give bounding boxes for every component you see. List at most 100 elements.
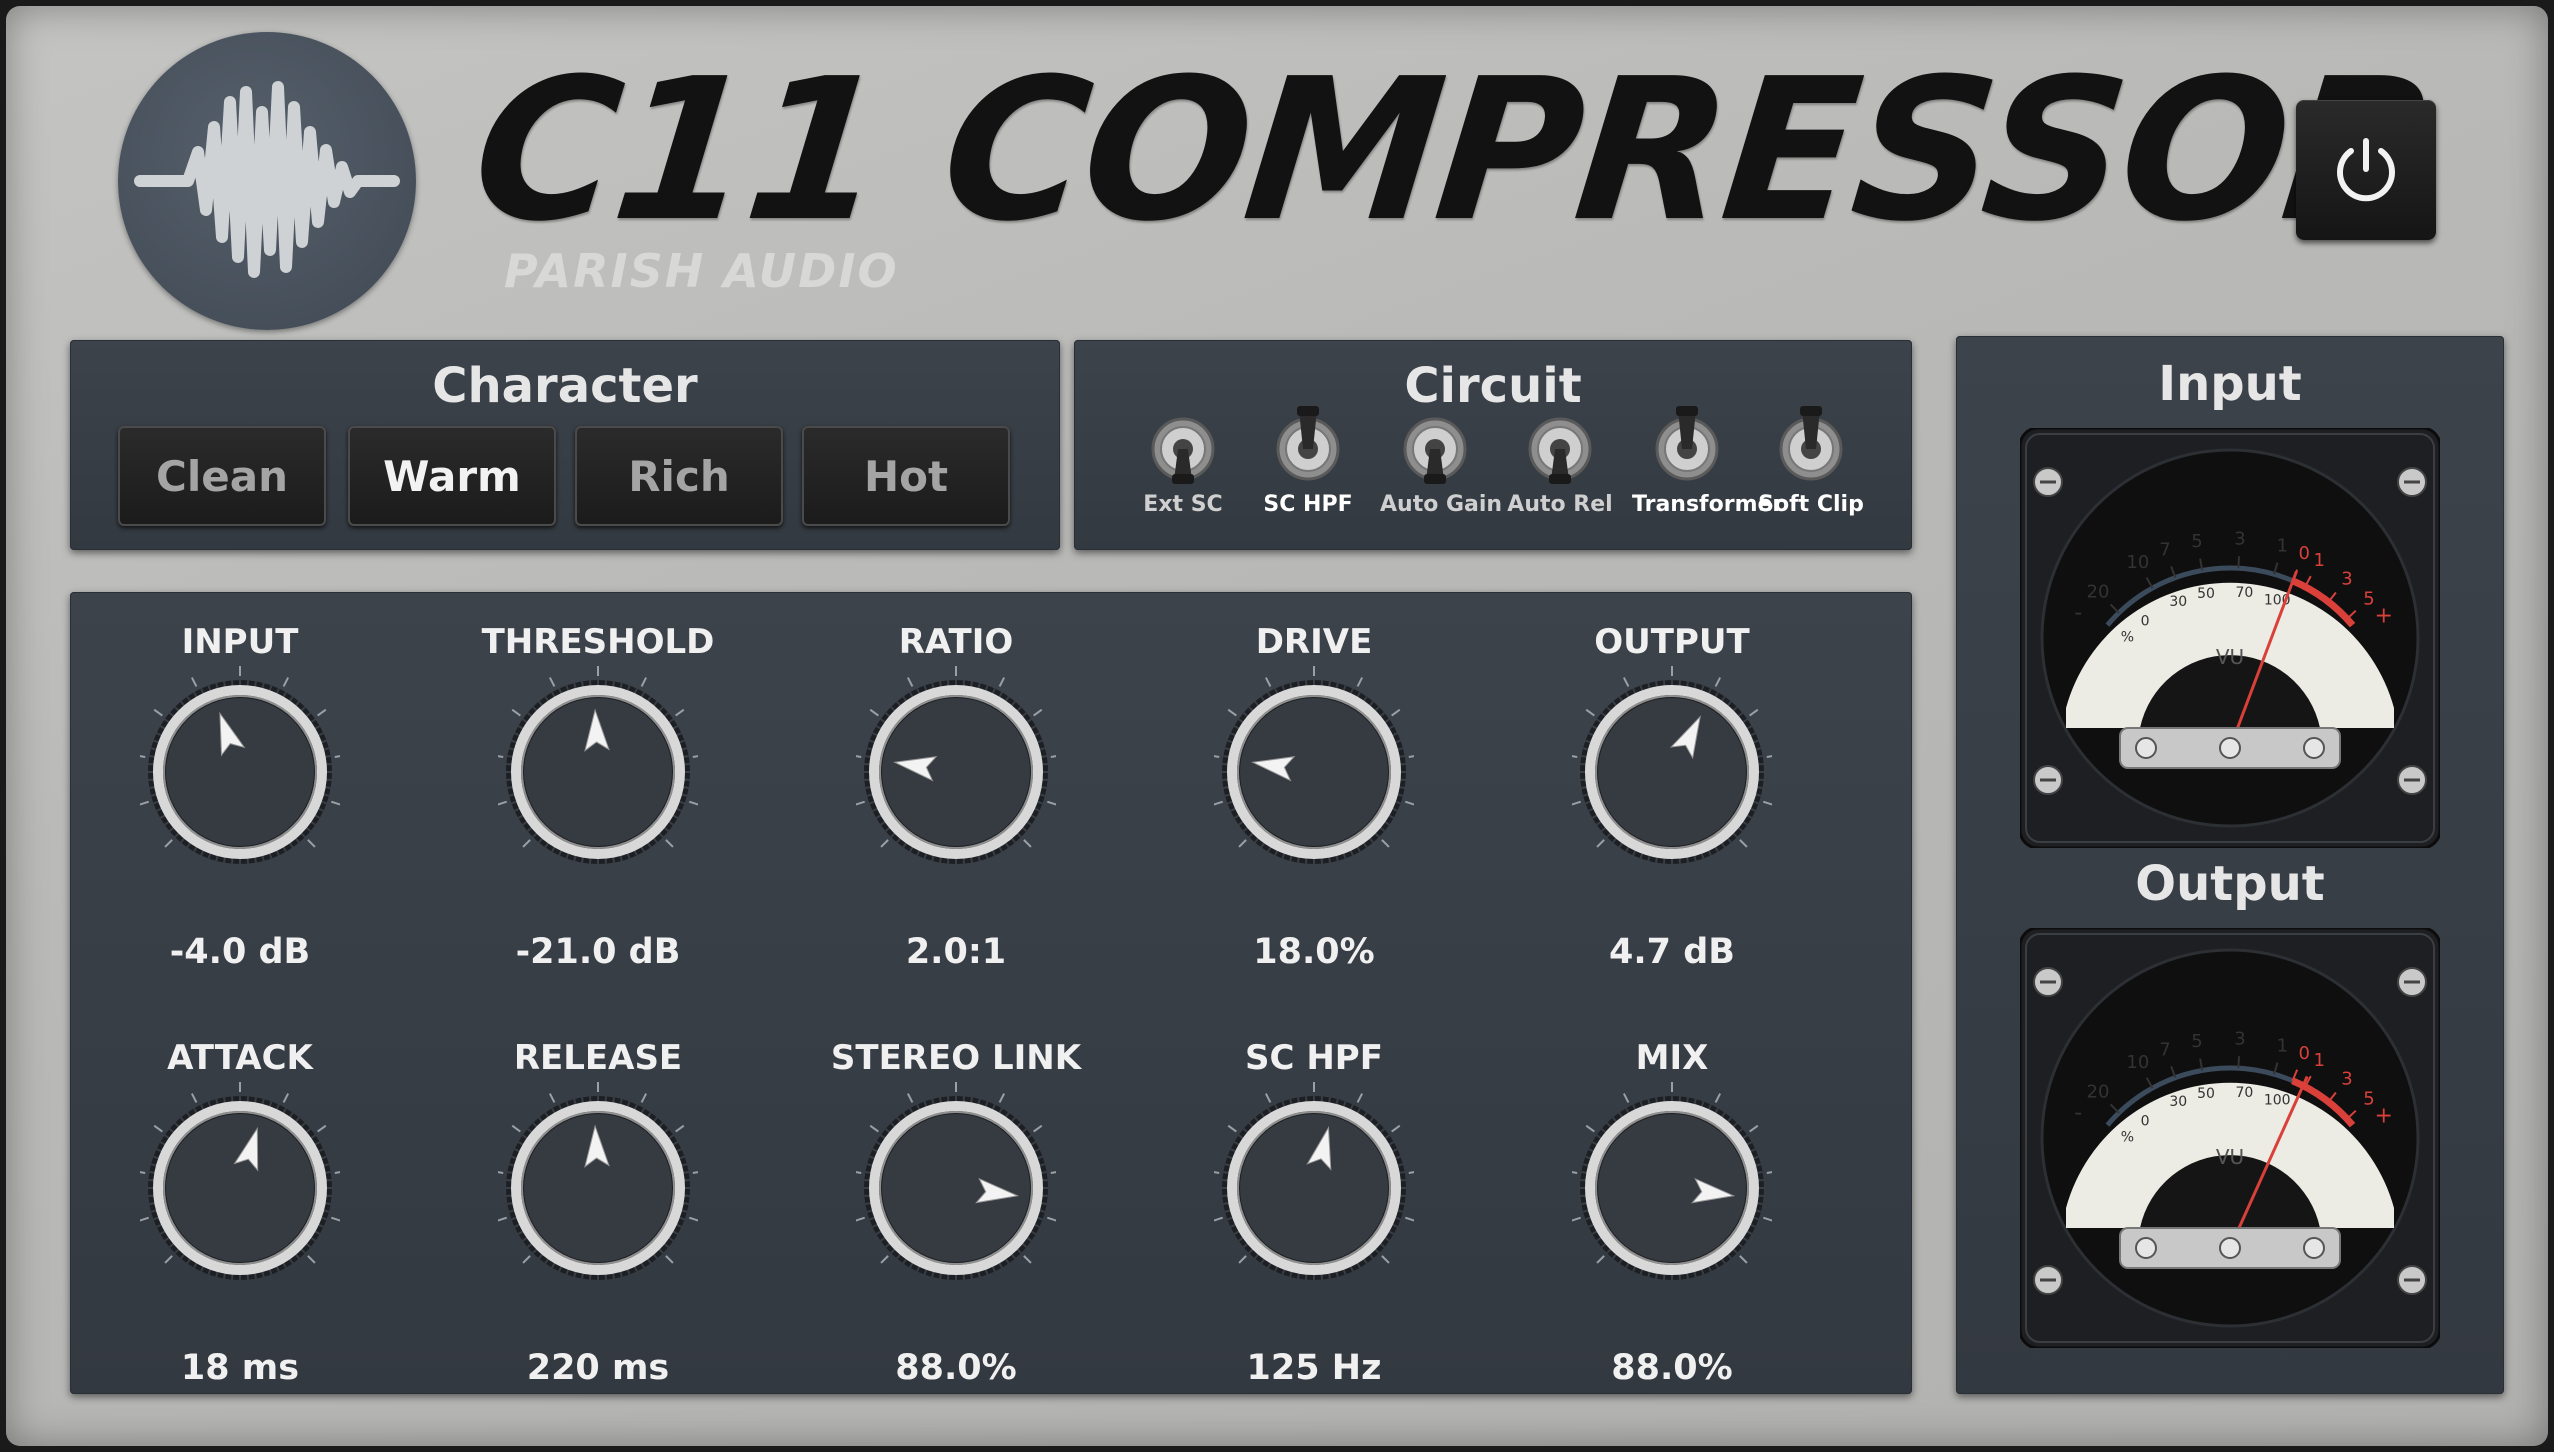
vu-scale-label: 1 xyxy=(2277,535,2288,556)
knob-value: -21.0 dB xyxy=(515,932,681,972)
vu-scale-label: 1 xyxy=(2313,550,2324,571)
brand-name: PARISH AUDIO xyxy=(504,244,899,298)
vu-unit-label: VU xyxy=(2216,645,2244,669)
rotary-knob[interactable] xyxy=(498,1078,698,1338)
power-button[interactable] xyxy=(2296,100,2436,240)
vu-scale-label: 3 xyxy=(2234,528,2245,549)
rotary-knob[interactable] xyxy=(856,1078,1056,1338)
vu-scale-label: 10 xyxy=(2126,1052,2149,1073)
power-icon xyxy=(2337,138,2395,202)
character-title: Character xyxy=(432,358,698,414)
circuit-switch-transformer[interactable]: Transformer xyxy=(1632,404,1783,517)
knob-label: OUTPUT xyxy=(1594,622,1750,662)
circuit-switch-label: SC HPF xyxy=(1263,492,1353,517)
knob-value: 125 Hz xyxy=(1246,1348,1382,1388)
vu-percent-label: 30 xyxy=(2169,1094,2187,1110)
circuit-switch-soft-clip[interactable]: Soft Clip xyxy=(1756,404,1866,517)
rotary-knob[interactable] xyxy=(856,662,1056,922)
knob-label: ATTACK xyxy=(167,1038,313,1078)
circuit-switch-auto-gain[interactable]: Auto Gain xyxy=(1380,404,1503,517)
vu-percent-label: 0 xyxy=(2141,613,2150,629)
vu-percent-label: 70 xyxy=(2236,1085,2254,1101)
knob-label: INPUT xyxy=(181,622,299,662)
knob-value: 2.0:1 xyxy=(905,932,1007,972)
vu-percent-label: 0 xyxy=(2141,1113,2150,1129)
vu-minus-label: - xyxy=(2074,601,2082,626)
knob-threshold: THRESHOLD -21.0 dB xyxy=(448,622,748,1022)
vu-meter-dial: 20107 5 3 1 0 135- +030 50 70 100%VU xyxy=(2020,928,2440,1348)
knob-value: 220 ms xyxy=(526,1348,670,1388)
vu-scale-label: 3 xyxy=(2234,1028,2245,1049)
waveform-icon xyxy=(134,81,400,278)
vu-scale-label: 0 xyxy=(2299,1043,2310,1064)
knob-label: RATIO xyxy=(898,622,1014,662)
character-panel: Character Clean Warm Rich Hot xyxy=(70,340,1060,550)
knob-label: MIX xyxy=(1635,1038,1709,1078)
knob-value: 88.0% xyxy=(1611,1348,1733,1388)
circuit-switch-label: Auto Rel xyxy=(1507,492,1613,517)
vu-percent-sign: % xyxy=(2121,1130,2134,1146)
brand-logo xyxy=(118,32,416,330)
knob-mix: MIX 88.0% xyxy=(1522,1038,1822,1438)
vu-scale-label: 20 xyxy=(2087,581,2110,602)
knob-value: 18 ms xyxy=(180,1348,300,1388)
vu-minus-label: - xyxy=(2074,1101,2082,1126)
knob-output: OUTPUT 4.7 dB xyxy=(1522,622,1822,1022)
vu-percent-label: 50 xyxy=(2197,1086,2215,1102)
knob-value: 88.0% xyxy=(895,1348,1017,1388)
rotary-knob[interactable] xyxy=(1572,1078,1772,1338)
vu-percent-label: 100 xyxy=(2264,1092,2291,1108)
circuit-switch-label: Auto Gain xyxy=(1380,492,1503,517)
toggle-switch-icon xyxy=(1276,406,1340,481)
knob-release: RELEASE 220 ms xyxy=(448,1038,748,1438)
vu-scale-label: 5 xyxy=(2191,531,2202,552)
knob-input: INPUT -4.0 dB xyxy=(90,622,390,1022)
character-mode-clean[interactable]: Clean xyxy=(118,426,326,526)
plugin-title: C11 COMPRESSOR xyxy=(464,37,2444,265)
vu-scale-label: 5 xyxy=(2363,588,2374,609)
vu-meter-input: Input 20 10 7 5 3 1 0 1 3 5- +0 30 50 70 100% VU xyxy=(1956,356,2504,856)
rotary-knob[interactable] xyxy=(140,662,340,922)
knob-label: DRIVE xyxy=(1255,622,1373,662)
vu-scale-label: 5 xyxy=(2363,1088,2374,1109)
vu-meter-dial: 20107 5 3 1 0 135- +030 50 70 100%VU xyxy=(2020,428,2440,848)
knob-drive: DRIVE 18.0% xyxy=(1164,622,1464,1022)
vu-percent-sign: % xyxy=(2121,630,2134,646)
character-mode-hot[interactable]: Hot xyxy=(802,426,1010,526)
toggle-switch-icon xyxy=(1528,417,1592,484)
circuit-panel: Circuit Ext SC SC HPF Auto Gain Auto Rel Tra… xyxy=(1074,340,1912,550)
meter-title: Output xyxy=(2135,856,2325,912)
knob-value: -4.0 dB xyxy=(169,932,311,972)
circuit-switch-ext-sc[interactable]: Ext SC xyxy=(1128,404,1238,517)
knob-value: 18.0% xyxy=(1253,932,1375,972)
vu-scale-label: 3 xyxy=(2341,568,2352,589)
vu-scale-label: 20 xyxy=(2087,1081,2110,1102)
vu-plus-label: + xyxy=(2374,603,2392,628)
vu-scale-label: 3 xyxy=(2341,1068,2352,1089)
knob-ratio: RATIO 2.0:1 xyxy=(806,622,1106,1022)
character-mode-rich[interactable]: Rich xyxy=(575,426,783,526)
vu-unit-label: VU xyxy=(2216,1145,2244,1169)
circuit-switch-sc-hpf[interactable]: SC HPF xyxy=(1253,404,1363,517)
vu-scale-label: 10 xyxy=(2126,552,2149,573)
toggle-switch-icon xyxy=(1655,406,1719,481)
rotary-knob[interactable] xyxy=(140,1078,340,1338)
rotary-knob[interactable] xyxy=(498,662,698,922)
rotary-knob[interactable] xyxy=(1214,662,1414,922)
vu-scale-label: 7 xyxy=(2159,539,2170,560)
knob-sc-hpf: SC HPF 125 Hz xyxy=(1164,1038,1464,1438)
controls-panel: INPUT -4.0 dB THRESHOLD -21.0 dB RATIO 2.0:1 D… xyxy=(70,592,1912,1394)
knob-label: SC HPF xyxy=(1245,1038,1383,1078)
toggle-switch-icon xyxy=(1151,417,1215,484)
rotary-knob[interactable] xyxy=(1214,1078,1414,1338)
knob-value: 4.7 dB xyxy=(1609,932,1735,972)
vu-percent-label: 50 xyxy=(2197,586,2215,602)
character-mode-warm[interactable]: Warm xyxy=(348,426,556,526)
knob-label: RELEASE xyxy=(513,1038,683,1078)
circuit-switch-label: Ext SC xyxy=(1143,492,1223,517)
vu-scale-label: 5 xyxy=(2191,1031,2202,1052)
rotary-knob[interactable] xyxy=(1572,662,1772,922)
vu-scale-label: 1 xyxy=(2313,1050,2324,1071)
vu-scale-label: 1 xyxy=(2277,1035,2288,1056)
circuit-switch-auto-rel[interactable]: Auto Rel xyxy=(1505,404,1615,517)
